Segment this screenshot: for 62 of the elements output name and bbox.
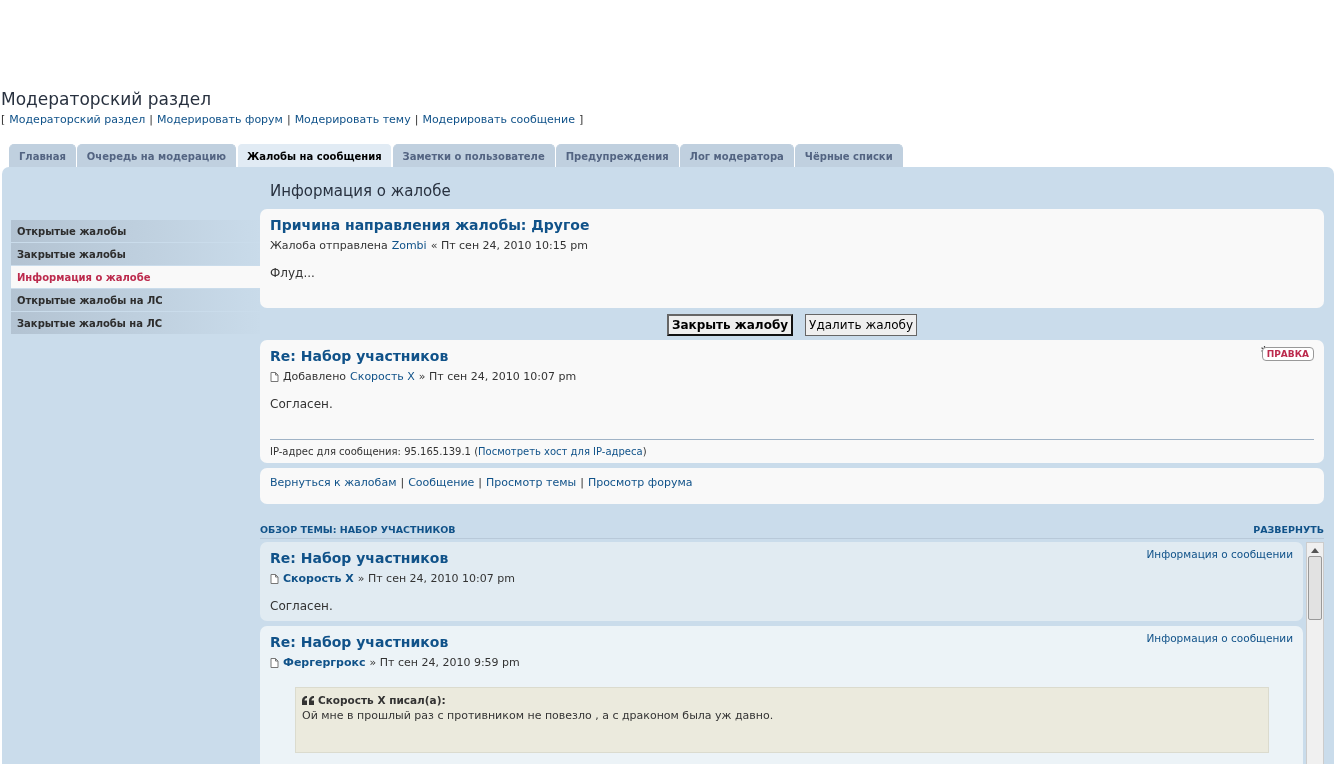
meta-date: » Пт сен 24, 2010 10:07 pm [418, 370, 577, 383]
author-link[interactable]: Скорость X [283, 572, 354, 585]
meta-date: » Пт сен 24, 2010 10:07 pm [357, 572, 515, 585]
report-title: Причина направления жалобы: Другое [270, 217, 591, 233]
nav-link[interactable]: Сообщение [408, 476, 475, 489]
post-title[interactable]: Re: Набор участников [270, 634, 449, 650]
expand-link[interactable]: РАЗВЕРНУТЬ [1253, 524, 1324, 535]
nav-link[interactable]: Просмотр темы [486, 476, 577, 489]
scroll-up-icon[interactable] [1311, 547, 1319, 553]
section-heading: Информация о жалобе [269, 181, 452, 202]
tab[interactable]: Очередь на модерацию [76, 144, 236, 167]
post-info-link[interactable]: Информация о сообщении [1146, 632, 1293, 644]
meta-text: Жалоба отправлена [270, 239, 388, 252]
post-info-link[interactable]: Информация о сообщении [1146, 548, 1293, 560]
meta-date: « Пт сен 24, 2010 10:15 pm [430, 239, 588, 252]
asterisk-icon [1261, 346, 1268, 353]
tab[interactable]: Главная [9, 144, 76, 167]
ip-info: IP-адрес для сообщения: 95.165.139.1 (Посмотреть хост для IP-адреса) [270, 446, 648, 457]
author-link[interactable]: Скорость X [350, 370, 415, 383]
delete-report-button[interactable]: Удалить жалобу [805, 314, 918, 336]
report-text: Флуд... [270, 266, 316, 280]
post-title[interactable]: Re: Набор участников [270, 550, 449, 566]
quote-icon [302, 695, 314, 705]
page-title: Модераторский раздел [1, 88, 213, 110]
author-link[interactable]: Zombi [391, 239, 427, 252]
page-icon [270, 573, 279, 584]
page-icon [270, 371, 279, 382]
nav-link[interactable]: Вернуться к жалобам [270, 476, 397, 489]
sidebar-item[interactable]: Информация о жалобе [11, 266, 260, 288]
separator: | [149, 113, 153, 126]
tab[interactable]: Лог модератора [679, 144, 794, 167]
meta-date: » Пт сен 24, 2010 9:59 pm [369, 656, 520, 669]
review-title[interactable]: ОБЗОР ТЕМЫ: НАБОР УЧАСТНИКОВ [260, 524, 456, 535]
author-link[interactable]: Фергергрокс [283, 656, 366, 669]
quote-author: Скорость X писал(а): [318, 694, 446, 706]
nav-link[interactable]: Просмотр форума [587, 476, 693, 489]
tab[interactable]: Чёрные списки [794, 144, 903, 167]
separator: | [580, 476, 584, 489]
nav-link[interactable]: Модерировать форум [156, 113, 283, 126]
post-text: Согласен. [270, 397, 334, 411]
scrollbar[interactable] [1306, 542, 1324, 764]
separator: | [414, 113, 419, 126]
nav-link[interactable]: Модерировать сообщение [422, 113, 575, 126]
separator: | [400, 476, 405, 489]
tab[interactable]: Заметки о пользователе [392, 144, 555, 167]
scroll-thumb[interactable] [1308, 556, 1322, 620]
tab[interactable]: Жалобы на сообщения [236, 143, 392, 167]
separator: | [286, 113, 291, 126]
post-title[interactable]: Re: Набор участников [270, 348, 449, 364]
tab[interactable]: Предупреждения [555, 144, 679, 167]
quote-text: Ой мне в прошлый раз с противником не повезло , а с драконом была уж давно. [302, 709, 775, 722]
page-icon [270, 657, 279, 668]
close-report-button[interactable]: Закрыть жалобу [666, 314, 794, 336]
bracket: [ [1, 113, 6, 126]
nav-link[interactable]: Модерировать тему [294, 113, 411, 126]
meta-text: Добавлено [283, 370, 347, 383]
bracket: ] [578, 113, 584, 126]
separator: | [478, 476, 483, 489]
nav-link[interactable]: Модераторский раздел [9, 113, 146, 126]
ip-host-link[interactable]: Посмотреть хост для IP-адреса [478, 446, 643, 457]
post-text: Согласен. [270, 599, 334, 613]
edit-button[interactable]: ПРАВКА [1261, 347, 1314, 361]
